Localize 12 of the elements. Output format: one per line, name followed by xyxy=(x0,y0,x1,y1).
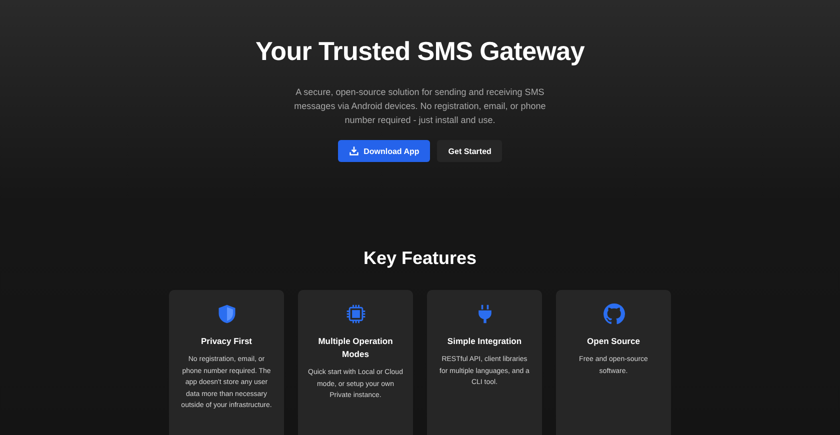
chip-icon xyxy=(344,303,366,325)
github-icon xyxy=(602,303,624,325)
hero-description: A secure, open-source solution for sending and receiving SMS messages via Android devices. No registration, email, or phone number required - just install and use. xyxy=(293,86,547,127)
download-icon xyxy=(348,146,359,156)
feature-title: Simple Integration xyxy=(447,335,522,348)
download-button[interactable]: Download App xyxy=(338,140,430,162)
page-title: Your Trusted SMS Gateway xyxy=(256,36,584,67)
section-title: Key Features xyxy=(363,248,477,269)
feature-title: Privacy First xyxy=(200,335,252,348)
feature-title: Open Source xyxy=(587,335,640,348)
get-started-button[interactable]: Get Started xyxy=(437,140,502,162)
feature-title: Multiple Operation Modes xyxy=(317,335,394,361)
